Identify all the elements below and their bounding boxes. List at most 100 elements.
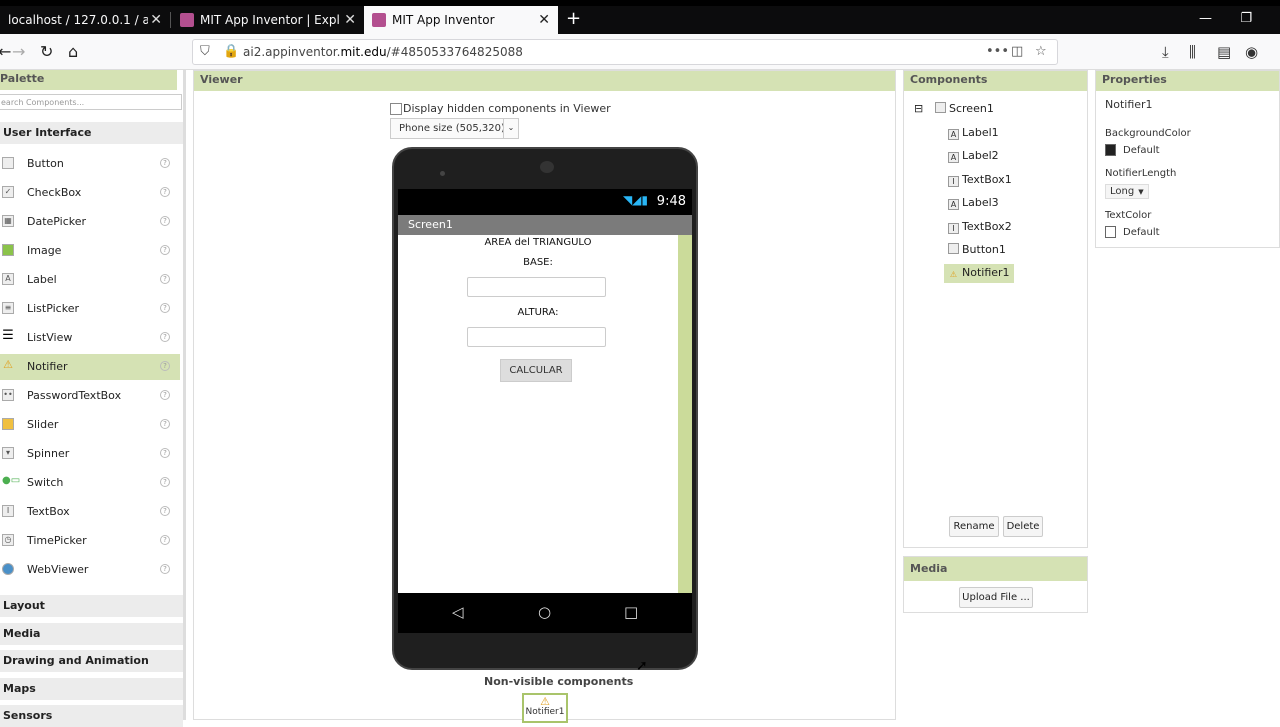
rename-button[interactable]: Rename [949,516,999,537]
palette-item-listpicker[interactable]: ≡ ListPicker? [0,296,180,322]
palette-item-textbox[interactable]: I TextBox? [0,499,180,525]
help-icon[interactable]: ? [160,448,170,458]
palette-item-spinner[interactable]: ▾ Spinner? [0,441,180,467]
label1[interactable]: AREA del TRIANGULO [398,237,678,248]
palette-item-label: Spinner [27,447,70,460]
tree-item-textbox2[interactable]: I TextBox2 [948,220,1012,234]
palette-item-timepicker[interactable]: ◷ TimePicker? [0,528,180,554]
label-icon: A [2,273,14,285]
textbox2[interactable] [467,327,606,347]
palette-item-switch[interactable]: ●▭ Switch? [0,470,180,496]
screen-icon [935,102,946,113]
help-icon[interactable]: ? [160,332,170,342]
help-icon[interactable]: ? [160,419,170,429]
screen-scroll-strip [678,235,692,593]
reload-icon[interactable]: ↻ [40,42,53,61]
palette-item-notifier[interactable]: ⚠ Notifier? [0,354,180,380]
back-arrow-icon[interactable]: ← [0,42,11,61]
tab-phpmyadmin[interactable]: localhost / 127.0.0.1 / artesan ✕ [0,6,170,34]
search-components-input[interactable]: earch Components... [0,94,182,110]
close-icon[interactable]: ✕ [150,12,162,28]
category-drawing-animation[interactable]: Drawing and Animation [0,650,183,672]
tab-app-inventor[interactable]: MIT App Inventor ✕ [364,6,558,34]
palette-item-passwordtextbox[interactable]: •• PasswordTextBox? [0,383,180,409]
category-layout[interactable]: Layout [0,595,183,617]
close-icon[interactable]: ✕ [344,12,356,28]
tree-item-label3[interactable]: A Label3 [948,196,999,210]
library-icon[interactable]: ⫼ [1189,43,1196,61]
palette-item-slider[interactable]: Slider? [0,412,180,438]
help-icon[interactable]: ? [160,158,170,168]
help-icon[interactable]: ? [160,506,170,516]
nonvisible-notifier1[interactable]: ⚠ Notifier1 [522,693,568,723]
color-swatch [1105,226,1116,238]
textcolor-label: TextColor [1105,210,1152,221]
pocket-icon[interactable]: ◫ [1011,44,1023,59]
help-icon[interactable]: ? [160,187,170,197]
spinner-icon: ▾ [2,447,14,459]
palette-item-checkbox[interactable]: ✓ CheckBox? [0,180,180,206]
delete-button[interactable]: Delete [1003,516,1043,537]
label2[interactable]: BASE: [398,257,678,268]
checkbox-box[interactable] [390,102,402,115]
category-maps[interactable]: Maps [0,678,183,700]
palette-item-label: ListPicker [27,302,79,315]
display-hidden-checkbox[interactable]: Display hidden components in Viewer [390,102,611,115]
insecure-lock-icon[interactable]: 🔒 [223,44,239,59]
color-swatch [1105,144,1116,156]
more-actions-icon[interactable]: ••• [986,44,1009,59]
upload-file-button[interactable]: Upload File ... [959,587,1033,608]
category-media[interactable]: Media [0,623,183,645]
help-icon[interactable]: ? [160,274,170,284]
home-icon[interactable]: ⌂ [68,42,78,61]
calcular-button[interactable]: CALCULAR [500,359,572,382]
shield-icon[interactable]: ⛉ [200,44,210,59]
help-icon[interactable]: ? [160,303,170,313]
help-icon[interactable]: ? [160,361,170,371]
textbox1[interactable] [467,277,606,297]
backgroundcolor-value[interactable]: Default [1105,144,1160,156]
palette-item-listview[interactable]: ☰ ListView? [0,325,180,351]
chevron-down-icon[interactable]: ⌄ [503,119,518,138]
tree-item-label2[interactable]: A Label2 [948,149,999,163]
help-icon[interactable]: ? [160,245,170,255]
sidebar-icon[interactable]: ▤ [1217,43,1231,61]
tree-item-label1[interactable]: A Label1 [948,126,999,140]
palette-item-datepicker[interactable]: ▦ DatePicker? [0,209,180,235]
bookmark-star-icon[interactable]: ☆ [1035,44,1047,59]
tree-collapse-icon[interactable]: ⊟ [914,102,923,115]
palette-item-webviewer[interactable]: WebViewer? [0,557,180,583]
tree-item-screen1[interactable]: Screen1 [935,102,994,115]
phone-size-select[interactable]: Phone size (505,320) ⌄ [390,118,519,139]
close-icon[interactable]: ✕ [538,12,550,28]
phone-screen[interactable]: Screen1 AREA del TRIANGULO BASE: ALTURA:… [398,215,692,593]
minimize-icon[interactable]: — [1199,11,1212,26]
palette-item-button[interactable]: Button? [0,151,180,177]
textcolor-value[interactable]: Default [1105,226,1160,238]
category-sensors[interactable]: Sensors [0,705,183,727]
help-icon[interactable]: ? [160,564,170,574]
tree-item-notifier1[interactable]: ⚠ Notifier1 [944,264,1014,283]
account-icon[interactable]: ◉ [1245,43,1258,61]
palette-panel: Palette earch Components... User Interfa… [0,70,186,727]
help-icon[interactable]: ? [160,535,170,545]
palette-item-label[interactable]: A Label? [0,267,180,293]
properties-panel: Properties Notifier1 BackgroundColor Def… [1095,70,1280,248]
forward-arrow-icon[interactable]: → [12,42,25,61]
restore-icon[interactable]: ❐ [1240,11,1252,26]
palette-item-image[interactable]: Image? [0,238,180,264]
notifierlength-select[interactable]: Long ▼ [1105,184,1149,199]
tree-item-textbox1[interactable]: I TextBox1 [948,173,1012,187]
url-bar[interactable]: ⛉ 🔒 ai2.appinventor.mit.edu/#48505337648… [192,39,1058,65]
tab-explore[interactable]: MIT App Inventor | Explore M ✕ [172,6,364,34]
new-tab-plus-icon[interactable]: + [566,10,581,28]
help-icon[interactable]: ? [160,477,170,487]
help-icon[interactable]: ? [160,390,170,400]
tree-item-button1[interactable]: Button1 [948,243,1006,256]
palette-item-label: Slider [27,418,59,431]
label3[interactable]: ALTURA: [398,307,678,318]
category-user-interface[interactable]: User Interface [0,122,183,144]
help-icon[interactable]: ? [160,216,170,226]
tab-label: MIT App Inventor [392,13,495,27]
download-icon[interactable]: ⤓ [1162,43,1169,61]
